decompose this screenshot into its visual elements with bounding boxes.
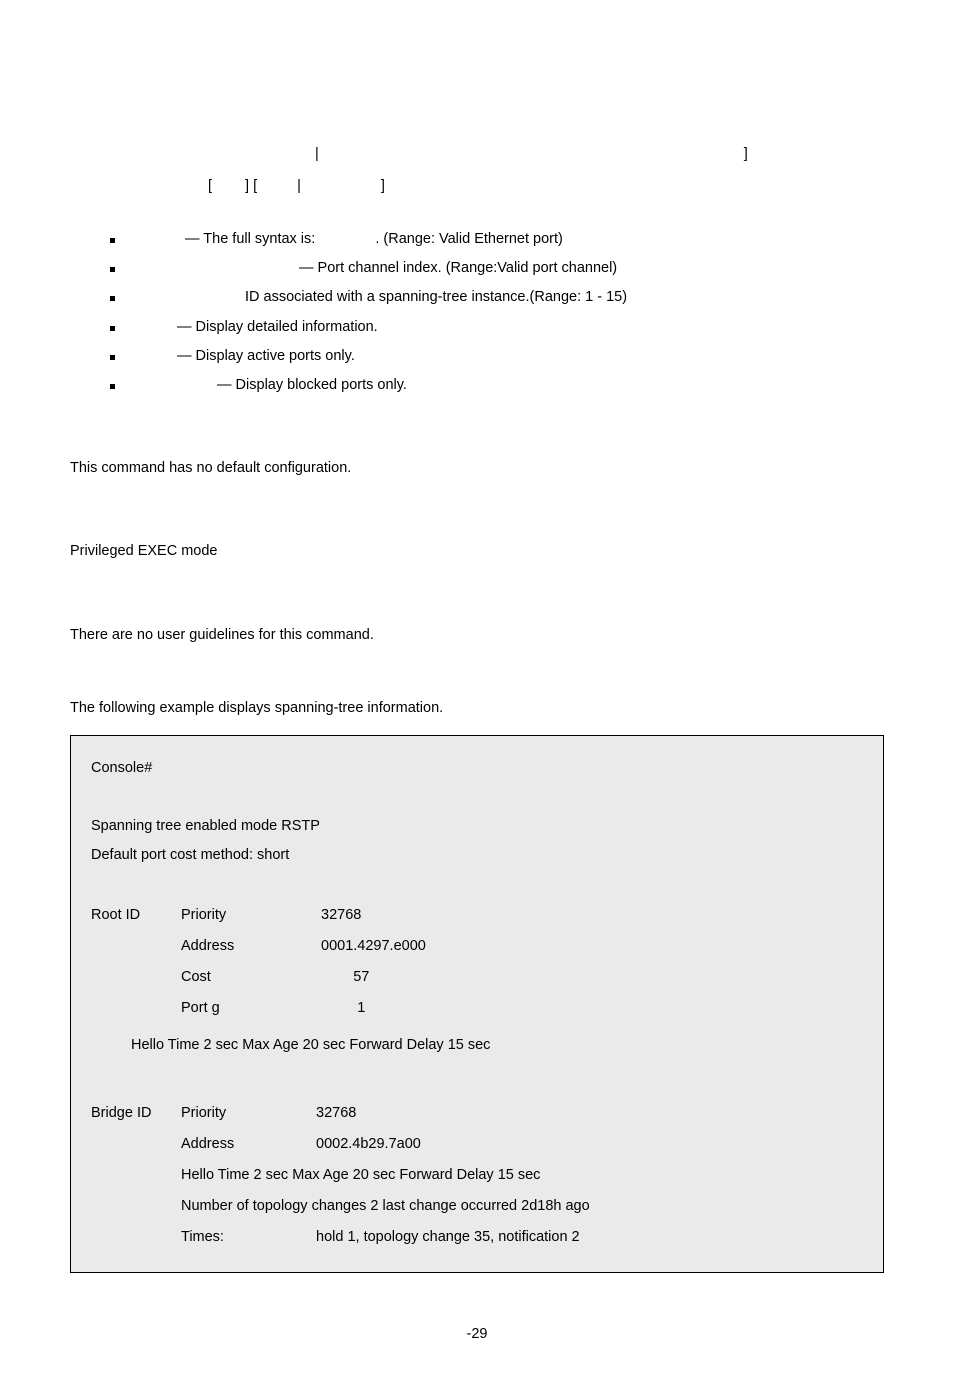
table-row: Address 0001.4297.e000	[91, 932, 863, 961]
key: Address	[181, 1130, 316, 1159]
syntax-char: |	[297, 175, 301, 198]
list-item: — Display detailed information.	[110, 316, 884, 339]
syntax-char: |	[315, 143, 319, 166]
key: Port g	[181, 994, 321, 1023]
label: Bridge ID	[91, 1099, 181, 1128]
value: hold 1, topology change 35, notification…	[316, 1223, 580, 1252]
value: 32768	[321, 901, 361, 930]
table-row: Times: hold 1, topology change 35, notif…	[91, 1223, 863, 1252]
list-item: — Port channel index. (Range:Valid port …	[110, 257, 884, 280]
text: — The full syntax is:	[181, 231, 319, 247]
syntax-line-1: |]	[110, 140, 884, 166]
list-item: ID associated with a spanning-tree insta…	[110, 286, 884, 309]
text: ID associated with a spanning-tree insta…	[245, 289, 627, 305]
table-row: Port g 1	[91, 994, 863, 1023]
bullet-icon	[110, 267, 115, 272]
list-item: — Display active ports only.	[110, 345, 884, 368]
key: Address	[181, 932, 321, 961]
bullet-icon	[110, 355, 115, 360]
text: . (Range: Valid Ethernet port)	[375, 231, 563, 247]
table-row: Hello Time 2 sec Max Age 20 sec Forward …	[91, 1161, 863, 1190]
list-item: — Display blocked ports only.	[110, 374, 884, 397]
value: 0001.4297.e000	[321, 932, 426, 961]
table-row: Root ID Priority 32768	[91, 901, 863, 930]
text: — Port channel index. (Range:Valid port …	[295, 260, 617, 276]
value: 0002.4b29.7a00	[316, 1130, 421, 1159]
page: |] [] [|] — The full syntax is: . (Range…	[0, 0, 954, 1386]
value: 32768	[316, 1099, 356, 1128]
table-row: Cost 57	[91, 963, 863, 992]
paragraph: There are no user guidelines for this co…	[70, 624, 884, 647]
bullet-icon	[110, 296, 115, 301]
syntax-char: ]	[381, 175, 385, 198]
syntax-block: |] [] [|]	[110, 140, 884, 198]
key: Times:	[181, 1223, 316, 1252]
text: Hello Time 2 sec Max Age 20 sec Forward …	[131, 1031, 863, 1060]
console-prompt: Console#	[91, 754, 863, 783]
key: Cost	[181, 963, 321, 992]
table-row: Number of topology changes 2 last change…	[91, 1192, 863, 1221]
bullet-icon	[110, 384, 115, 389]
paragraph: Privileged EXEC mode	[70, 540, 884, 563]
text: Default port cost method: short	[91, 841, 863, 870]
bullet-icon	[110, 326, 115, 331]
text: — Display blocked ports only.	[213, 377, 407, 393]
text: — Display active ports only.	[173, 348, 355, 364]
syntax-char: [	[208, 175, 212, 198]
page-number: -29	[70, 1323, 884, 1346]
text: — Display detailed information.	[173, 319, 378, 335]
console-output: Console# Spanning tree enabled mode RSTP…	[70, 735, 884, 1273]
paragraph: This command has no default configuratio…	[70, 457, 884, 480]
key: Priority	[181, 901, 321, 930]
example-intro: The following example displays spanning-…	[70, 697, 884, 720]
list-item: — The full syntax is: . (Range: Valid Et…	[110, 228, 884, 251]
table-row: Bridge ID Priority 32768	[91, 1099, 863, 1128]
text: Spanning tree enabled mode RSTP	[91, 812, 863, 841]
syntax-char: ]	[744, 143, 748, 166]
label: Root ID	[91, 901, 181, 930]
bullet-icon	[110, 238, 115, 243]
key: Priority	[181, 1099, 316, 1128]
text: Number of topology changes 2 last change…	[181, 1192, 590, 1221]
value: 57	[321, 963, 369, 992]
syntax-line-2: [ ] [ |]	[110, 172, 884, 198]
table-row: Address 0002.4b29.7a00	[91, 1130, 863, 1159]
syntax-char: ] [	[245, 175, 257, 198]
value: 1	[321, 994, 365, 1023]
text: Hello Time 2 sec Max Age 20 sec Forward …	[181, 1161, 540, 1190]
